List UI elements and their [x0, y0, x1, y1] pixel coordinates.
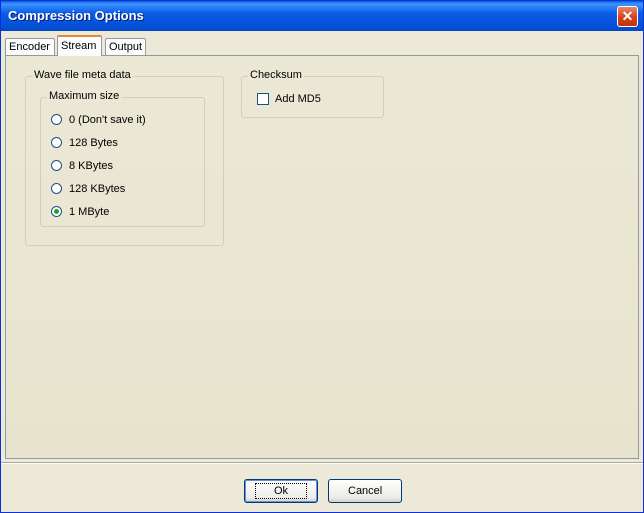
- close-button[interactable]: ✕: [617, 6, 638, 27]
- stream-tab-panel: Wave file meta data Maximum size 0 (Don'…: [5, 55, 639, 459]
- add-md5-checkbox[interactable]: [257, 93, 269, 105]
- title-bar[interactable]: Compression Options ✕: [1, 1, 643, 31]
- compression-options-dialog: Compression Options ✕ Encoder Stream Out…: [0, 0, 644, 513]
- radio-button[interactable]: [51, 160, 62, 171]
- maximum-size-legend: Maximum size: [47, 90, 122, 102]
- radio-button-selected[interactable]: [51, 206, 62, 217]
- radio-button[interactable]: [51, 183, 62, 194]
- wave-meta-data-legend: Wave file meta data: [32, 69, 133, 81]
- checksum-legend: Checksum: [248, 69, 304, 81]
- radio-button[interactable]: [51, 114, 62, 125]
- wave-meta-data-group: Wave file meta data Maximum size 0 (Don'…: [25, 69, 224, 246]
- close-icon: ✕: [621, 8, 634, 24]
- ok-button[interactable]: Ok: [244, 479, 318, 503]
- tab-encoder[interactable]: Encoder: [5, 38, 55, 55]
- tab-output[interactable]: Output: [105, 38, 146, 55]
- checksum-group: Checksum Add MD5: [241, 69, 384, 118]
- window-title: Compression Options: [8, 8, 144, 23]
- radio-button[interactable]: [51, 137, 62, 148]
- footer-separator: [1, 462, 643, 464]
- maximum-size-group: Maximum size 0 (Don't save it) 128 Bytes…: [40, 90, 205, 227]
- tab-stream[interactable]: Stream: [57, 35, 102, 56]
- cancel-button[interactable]: Cancel: [328, 479, 402, 503]
